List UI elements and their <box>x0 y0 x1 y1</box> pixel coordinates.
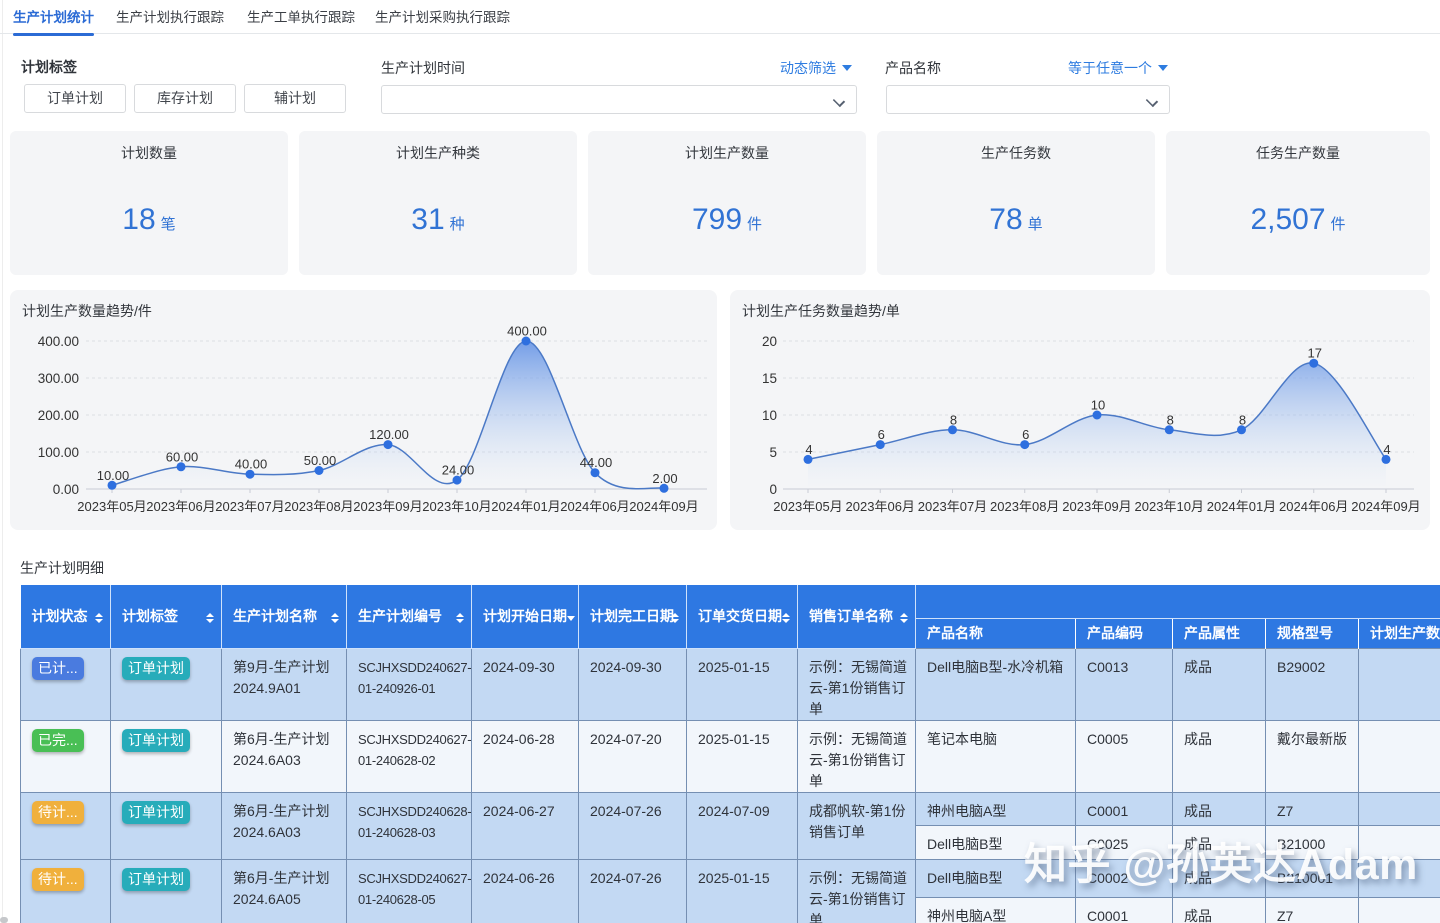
svg-text:0: 0 <box>769 482 777 497</box>
svg-text:2023年10月: 2023年10月 <box>422 499 491 514</box>
svg-text:2024年06月: 2024年06月 <box>560 499 629 514</box>
svg-text:2023年05月: 2023年05月 <box>773 499 842 514</box>
svg-text:5: 5 <box>769 445 777 460</box>
svg-text:10: 10 <box>1091 398 1105 413</box>
svg-text:6: 6 <box>1022 427 1029 442</box>
svg-text:2024年01月: 2024年01月 <box>1207 499 1276 514</box>
svg-text:200.00: 200.00 <box>38 408 79 423</box>
svg-text:300.00: 300.00 <box>38 371 79 386</box>
svg-text:8: 8 <box>1167 412 1174 427</box>
svg-text:8: 8 <box>1239 412 1246 427</box>
svg-text:17: 17 <box>1308 346 1322 361</box>
svg-text:15: 15 <box>762 371 777 386</box>
svg-text:2.00: 2.00 <box>652 471 677 486</box>
svg-text:120.00: 120.00 <box>369 427 409 442</box>
svg-text:2024年01月: 2024年01月 <box>491 499 560 514</box>
svg-text:2023年07月: 2023年07月 <box>918 499 987 514</box>
svg-text:400.00: 400.00 <box>507 324 547 339</box>
svg-text:2024年09月: 2024年09月 <box>1351 499 1420 514</box>
svg-text:2023年06月: 2023年06月 <box>146 499 215 514</box>
svg-text:2023年09月: 2023年09月 <box>1062 499 1131 514</box>
svg-text:2023年08月: 2023年08月 <box>990 499 1059 514</box>
svg-text:2023年08月: 2023年08月 <box>284 499 353 514</box>
svg-text:6: 6 <box>878 427 885 442</box>
svg-text:2023年10月: 2023年10月 <box>1135 499 1204 514</box>
svg-text:40.00: 40.00 <box>235 457 268 472</box>
svg-text:10: 10 <box>762 408 777 423</box>
svg-text:60.00: 60.00 <box>166 449 199 464</box>
svg-text:2023年07月: 2023年07月 <box>215 499 284 514</box>
svg-text:2023年05月: 2023年05月 <box>77 499 146 514</box>
svg-text:10.00: 10.00 <box>97 468 130 483</box>
svg-text:2024年09月: 2024年09月 <box>629 499 698 514</box>
svg-text:400.00: 400.00 <box>38 334 79 349</box>
svg-text:2023年09月: 2023年09月 <box>353 499 422 514</box>
svg-text:2024年06月: 2024年06月 <box>1279 499 1348 514</box>
svg-text:100.00: 100.00 <box>38 445 79 460</box>
svg-text:44.00: 44.00 <box>580 455 613 470</box>
svg-text:0.00: 0.00 <box>53 482 79 497</box>
svg-text:4: 4 <box>805 442 812 457</box>
svg-text:4: 4 <box>1383 442 1390 457</box>
svg-text:2023年06月: 2023年06月 <box>846 499 915 514</box>
svg-text:50.00: 50.00 <box>304 453 337 468</box>
svg-text:24.00: 24.00 <box>442 463 475 478</box>
svg-text:20: 20 <box>762 334 777 349</box>
svg-text:8: 8 <box>950 412 957 427</box>
